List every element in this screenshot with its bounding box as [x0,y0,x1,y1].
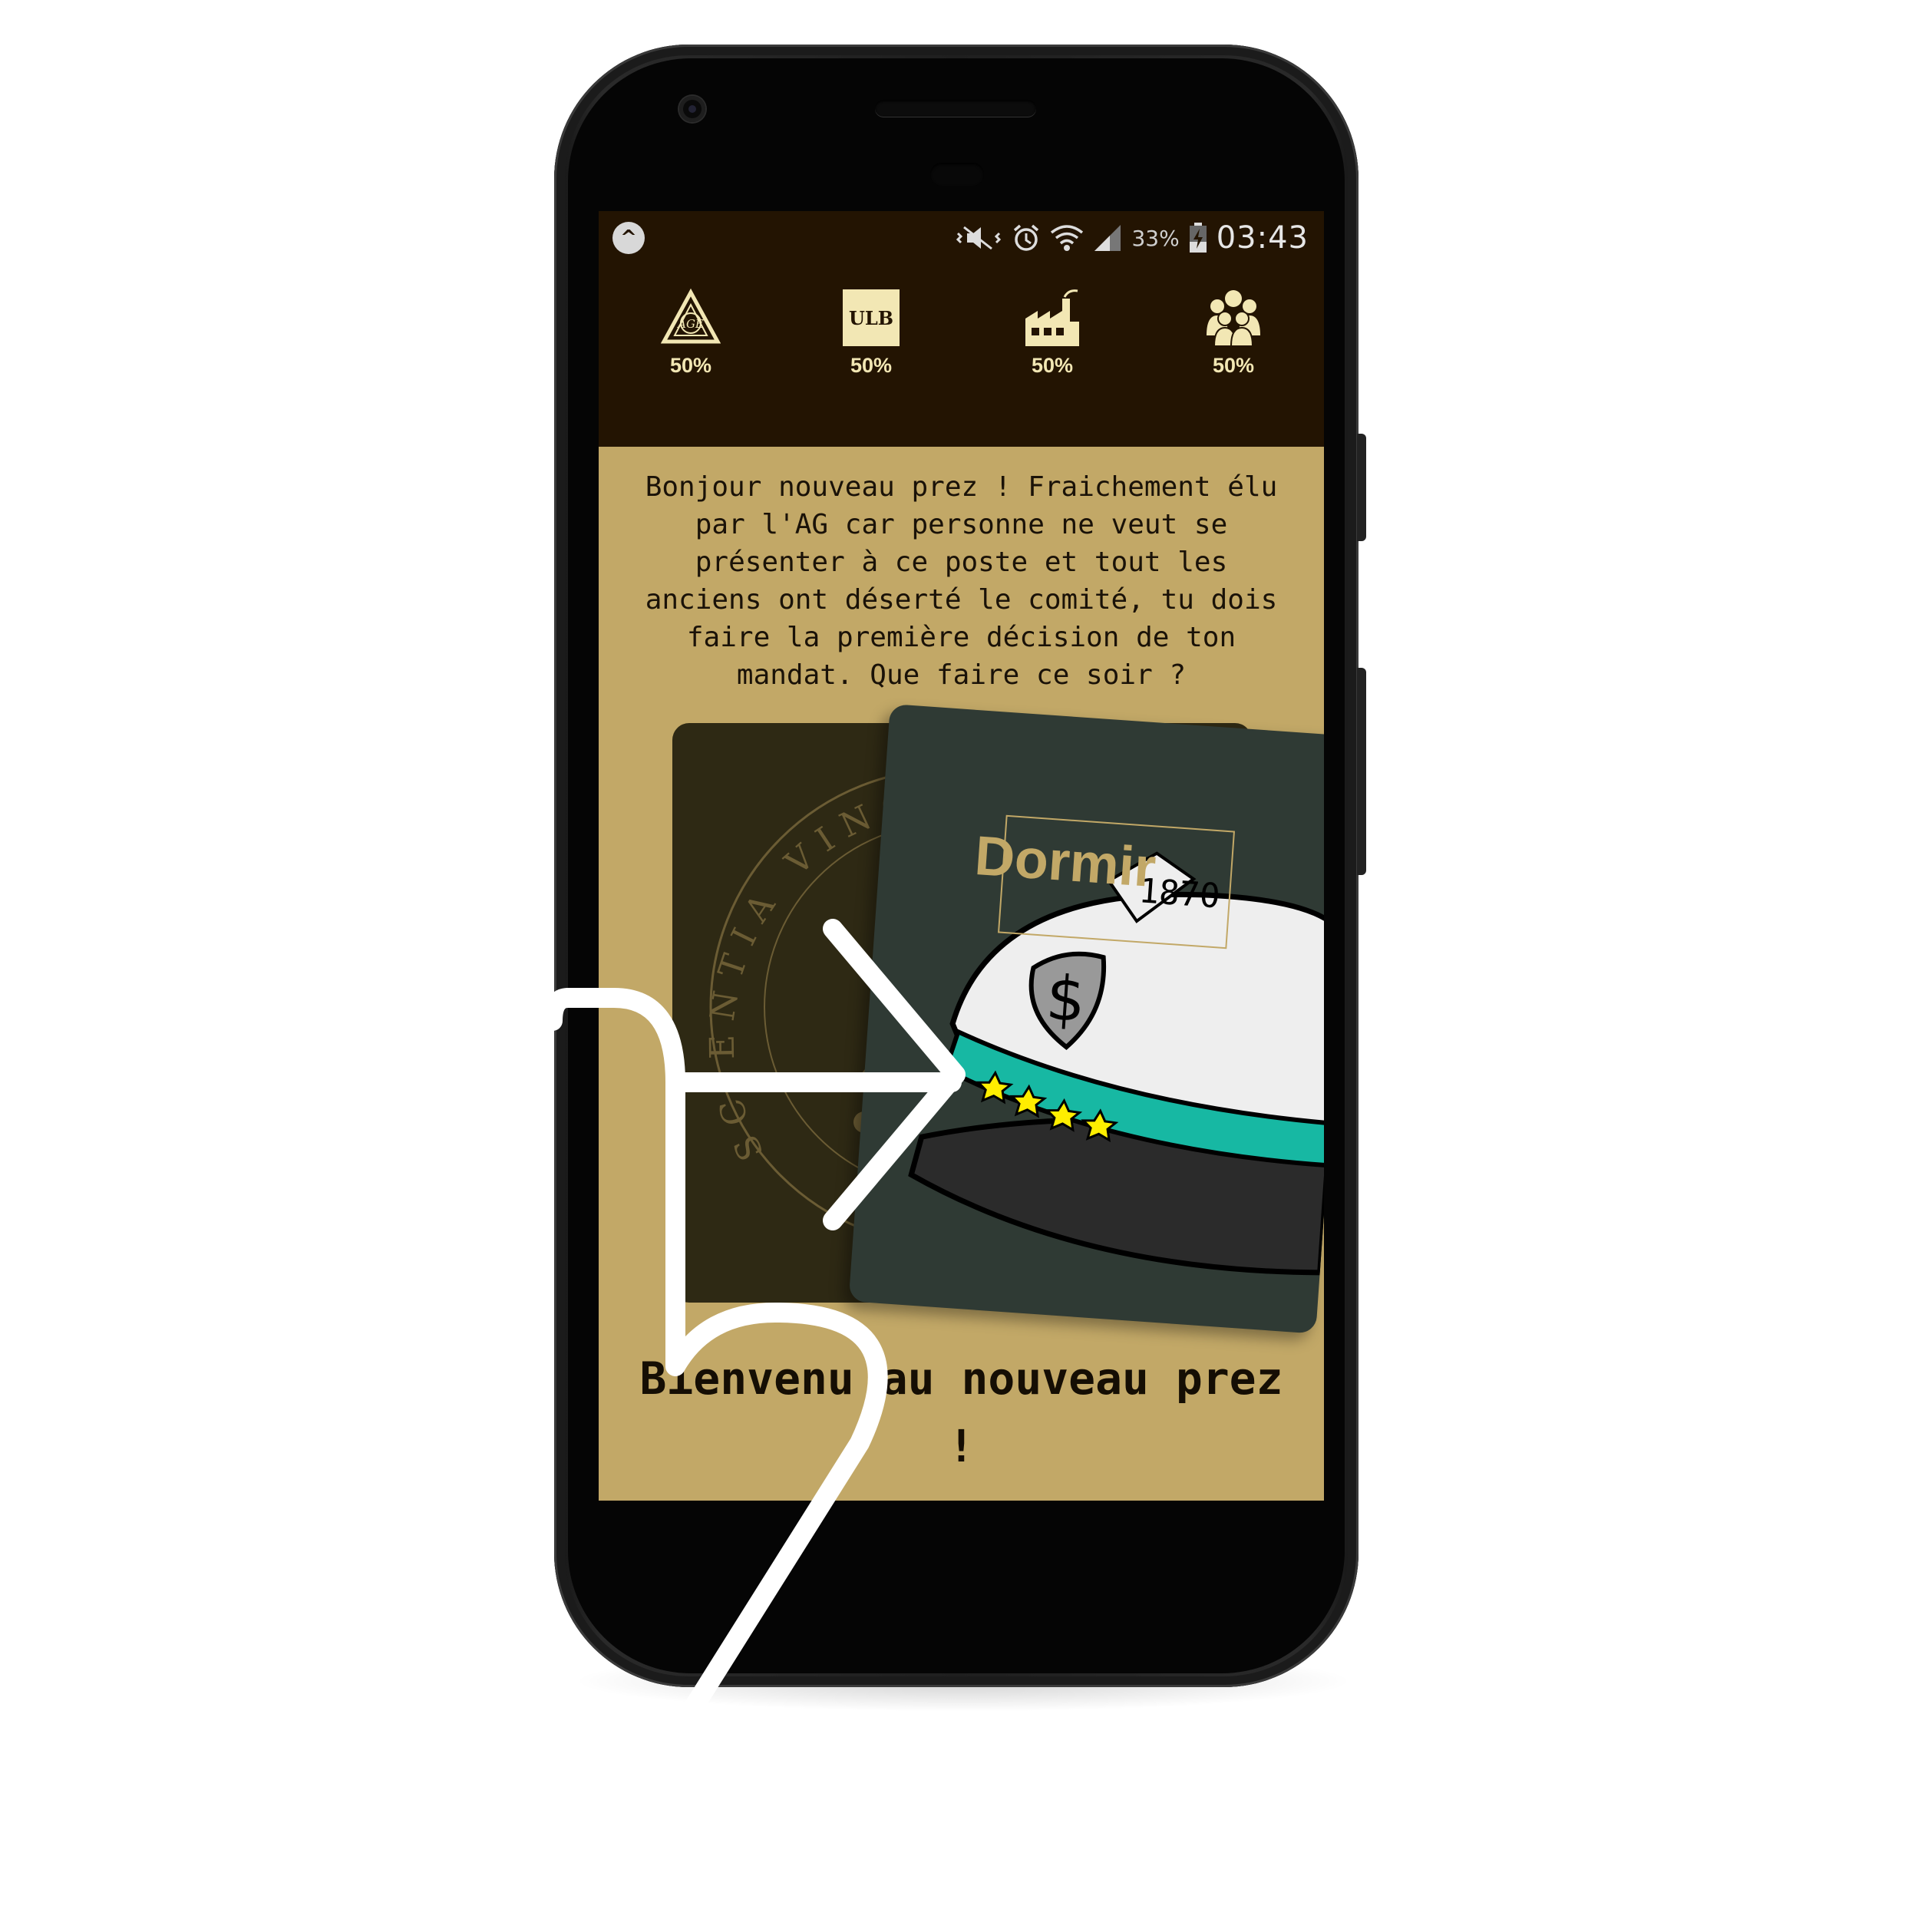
stat-students-value: 50% [1212,354,1255,377]
proximity-sensor [930,163,984,186]
battery-charging-icon [1189,223,1207,253]
stat-industry: 50% [999,288,1106,378]
volume-button [1357,668,1366,875]
earpiece-speaker [875,100,1036,117]
stats-bar: AGE 50% ULB 50% 50% 50% [599,265,1324,447]
signal-icon [1093,223,1122,253]
choice-card[interactable]: $ 1870 [848,704,1324,1334]
stat-industry-value: 50% [1031,354,1074,377]
status-bar: ^ 33% 03:43 [599,211,1324,265]
stat-ag: AGE 50% [637,288,744,378]
game-content: Bonjour nouveau prez ! Fraichement élu p… [599,447,1324,1501]
power-button [1357,434,1366,541]
battery-percent: 33% [1131,225,1180,251]
front-camera [679,96,705,122]
svg-text:$: $ [1044,962,1088,1035]
ulb-badge-icon: ULB [841,288,901,348]
app-notification-icon: ^ [612,222,645,254]
stat-students: 50% [1180,288,1287,378]
mute-vibrate-icon [955,224,1002,252]
svg-text:AGE: AGE [676,317,704,331]
choice-label: Dormir [972,824,1158,900]
age-triangle-icon: AGE [660,288,721,348]
wifi-icon [1050,223,1084,253]
stat-ulb: ULB 50% [817,288,925,378]
alarm-icon [1012,223,1041,253]
card-title: Bienvenu au nouveau prez ! [639,1352,1283,1472]
question-text: Bonjour nouveau prez ! Fraichement élu p… [645,471,1278,691]
app-screen: ^ 33% 03:43 AGE 50% ULB 50% 50% 50% Bonj… [599,211,1324,1501]
stat-ag-value: 50% [669,354,712,377]
factory-icon [1022,288,1082,348]
clock-time: 03:43 [1216,220,1309,256]
president-cap-illustration: $ 1870 [908,851,1324,1276]
stat-ulb-value: 50% [850,354,893,377]
people-group-icon [1203,288,1263,348]
svg-text:ULB: ULB [849,307,893,329]
status-icons: 33% 03:43 [955,211,1309,265]
stage: { "status_bar": { "app_icon": "app-notif… [0,0,1928,1932]
